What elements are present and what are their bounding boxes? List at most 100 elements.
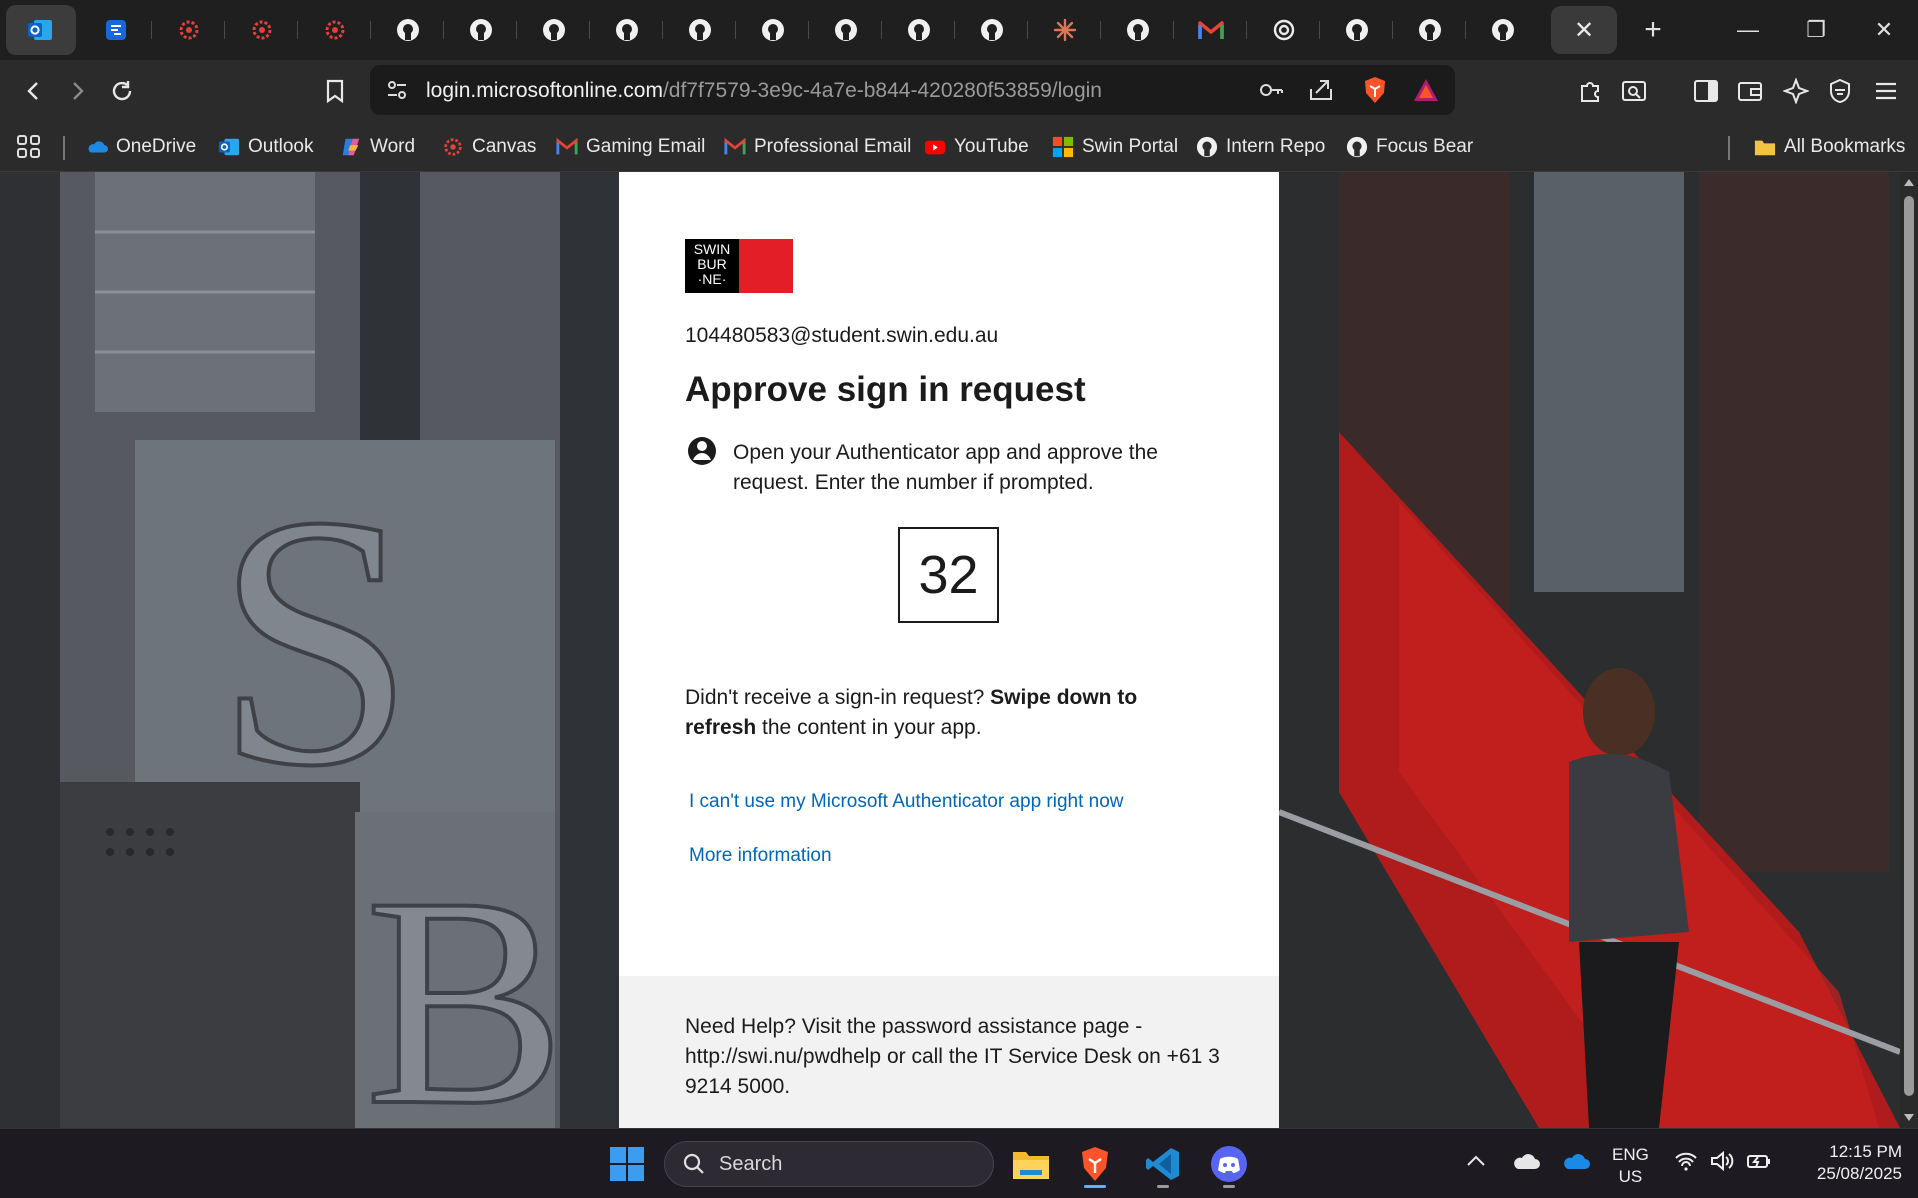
bookmark-canvas[interactable]: Canvas xyxy=(442,132,536,162)
tab-github-3[interactable] xyxy=(517,5,590,55)
reload-icon xyxy=(112,81,132,101)
back-button[interactable] xyxy=(12,69,56,113)
start-button[interactable] xyxy=(602,1139,652,1189)
restore-icon: ❐ xyxy=(1806,17,1826,42)
wallet-button[interactable] xyxy=(1728,69,1772,113)
forward-arrow-icon xyxy=(73,82,84,100)
svg-text:S: S xyxy=(215,441,415,840)
tab-gmail[interactable] xyxy=(1174,5,1247,55)
tab-github-9[interactable] xyxy=(955,5,1028,55)
share-icon[interactable] xyxy=(1308,77,1334,103)
taskbar-brave[interactable] xyxy=(1070,1139,1120,1189)
apps-button[interactable] xyxy=(16,132,42,162)
tab-github-8[interactable] xyxy=(882,5,955,55)
cant-use-authenticator-link[interactable]: I can't use my Microsoft Authenticator a… xyxy=(689,791,1124,813)
chatgpt-icon xyxy=(1273,19,1294,41)
brave-rewards-icon[interactable] xyxy=(1412,77,1440,103)
tab-github-7[interactable] xyxy=(809,5,882,55)
language-indicator[interactable]: ENG US xyxy=(1612,1144,1649,1188)
tab-canvas-1[interactable] xyxy=(152,5,225,55)
tab-claude[interactable] xyxy=(1028,5,1101,55)
tab-canvas-2[interactable] xyxy=(225,5,298,55)
github-icon xyxy=(1345,19,1368,41)
taskbar-vscode[interactable] xyxy=(1138,1139,1188,1189)
tab-jira[interactable] xyxy=(79,5,152,55)
bookmark-focus-bear[interactable]: Focus Bear xyxy=(1346,132,1473,162)
page-scrollbar[interactable] xyxy=(1900,172,1918,1128)
bookmark-page-button[interactable] xyxy=(313,69,357,113)
tab-chatgpt[interactable] xyxy=(1247,5,1320,55)
all-bookmarks-button[interactable]: All Bookmarks xyxy=(1754,132,1905,162)
tab-outlook[interactable] xyxy=(6,5,76,55)
bookmark-label: Canvas xyxy=(472,136,537,157)
onedrive-work-tray[interactable] xyxy=(1562,1151,1590,1177)
keyboard-layout: US xyxy=(1618,1167,1643,1186)
volume-icon xyxy=(1711,1151,1734,1171)
tab-github-1[interactable] xyxy=(371,5,444,55)
outlook-icon xyxy=(28,20,52,40)
brave-shields-icon[interactable] xyxy=(1362,75,1388,105)
tab-github-13[interactable] xyxy=(1466,5,1539,55)
bookmark-word[interactable]: Word xyxy=(340,132,415,162)
page-search-button[interactable] xyxy=(1612,69,1656,113)
tab-github-4[interactable] xyxy=(590,5,663,55)
tab-github-10[interactable] xyxy=(1101,5,1174,55)
minimize-button[interactable]: — xyxy=(1714,0,1782,60)
github-icon xyxy=(1196,136,1218,158)
hamburger-menu-icon xyxy=(1876,82,1896,100)
scrollbar-thumb[interactable] xyxy=(1904,196,1914,1096)
quick-settings-button[interactable] xyxy=(1674,1151,1772,1171)
tab-github-6[interactable] xyxy=(736,5,809,55)
bookmark-professional-email[interactable]: Professional Email xyxy=(724,132,911,162)
all-bookmarks-label: All Bookmarks xyxy=(1784,136,1906,157)
bookmark-gaming-email[interactable]: Gaming Email xyxy=(556,132,705,162)
address-bar[interactable]: login.microsoftonline.com/df7f7579-3e9c-… xyxy=(370,65,1455,115)
restore-button[interactable]: ❐ xyxy=(1782,0,1850,60)
bookmark-onedrive[interactable]: OneDrive xyxy=(86,132,196,162)
running-indicator xyxy=(1157,1185,1169,1188)
menu-button[interactable] xyxy=(1864,69,1908,113)
tab-github-5[interactable] xyxy=(663,5,736,55)
key-icon[interactable] xyxy=(1258,79,1284,101)
bookmark-intern-repo[interactable]: Intern Repo xyxy=(1196,132,1325,162)
extensions-button[interactable] xyxy=(1568,69,1612,113)
github-icon xyxy=(396,19,419,41)
taskbar-file-explorer[interactable] xyxy=(1006,1139,1056,1189)
canvas-icon xyxy=(179,20,198,40)
clock[interactable]: 12:15 PM 25/08/2025 xyxy=(1790,1141,1902,1185)
clock-date: 25/08/2025 xyxy=(1816,1164,1902,1183)
leo-ai-button[interactable] xyxy=(1774,69,1818,113)
tab-github-12[interactable] xyxy=(1393,5,1466,55)
new-tab-button[interactable]: + xyxy=(1629,6,1677,54)
tab-canvas-3[interactable] xyxy=(298,5,371,55)
windows-taskbar: Search ENG US 12:15 PM 25/08/2025 xyxy=(0,1128,1918,1198)
vpn-button[interactable] xyxy=(1818,69,1862,113)
tab-github-11[interactable] xyxy=(1320,5,1393,55)
bookmark-swin-portal[interactable]: Swin Portal xyxy=(1052,132,1178,162)
github-icon xyxy=(688,19,711,41)
bookmark-label: Word xyxy=(370,136,416,157)
tab-github-2[interactable] xyxy=(444,5,517,55)
github-icon xyxy=(615,19,638,41)
sidebar-toggle-button[interactable] xyxy=(1684,69,1728,113)
show-hidden-icons-button[interactable] xyxy=(1466,1151,1486,1173)
github-icon xyxy=(834,19,857,41)
onedrive-personal-tray[interactable] xyxy=(1512,1151,1540,1177)
canvas-icon xyxy=(325,20,344,40)
bookmark-youtube[interactable]: YouTube xyxy=(924,132,1029,162)
sign-in-card: SWIN BUR ·NE· 104480583@student.swin.edu… xyxy=(619,172,1279,1128)
scroll-down-arrow-icon[interactable] xyxy=(1903,1113,1915,1123)
reload-button[interactable] xyxy=(100,69,144,113)
more-information-link[interactable]: More information xyxy=(689,845,832,867)
taskbar-discord[interactable] xyxy=(1204,1139,1254,1189)
bookmark-outlook[interactable]: Outlook xyxy=(218,132,313,162)
scroll-up-arrow-icon[interactable] xyxy=(1903,177,1915,187)
close-tab-button[interactable]: ✕ xyxy=(1551,6,1617,54)
taskbar-search[interactable]: Search xyxy=(664,1141,994,1187)
background-photo-left: S B xyxy=(0,172,620,1128)
bookmark-label: Focus Bear xyxy=(1376,136,1474,157)
folder-icon xyxy=(1013,1152,1049,1179)
match-number: 32 xyxy=(898,527,999,623)
forward-button[interactable] xyxy=(55,69,99,113)
window-close-button[interactable]: ✕ xyxy=(1850,0,1918,60)
